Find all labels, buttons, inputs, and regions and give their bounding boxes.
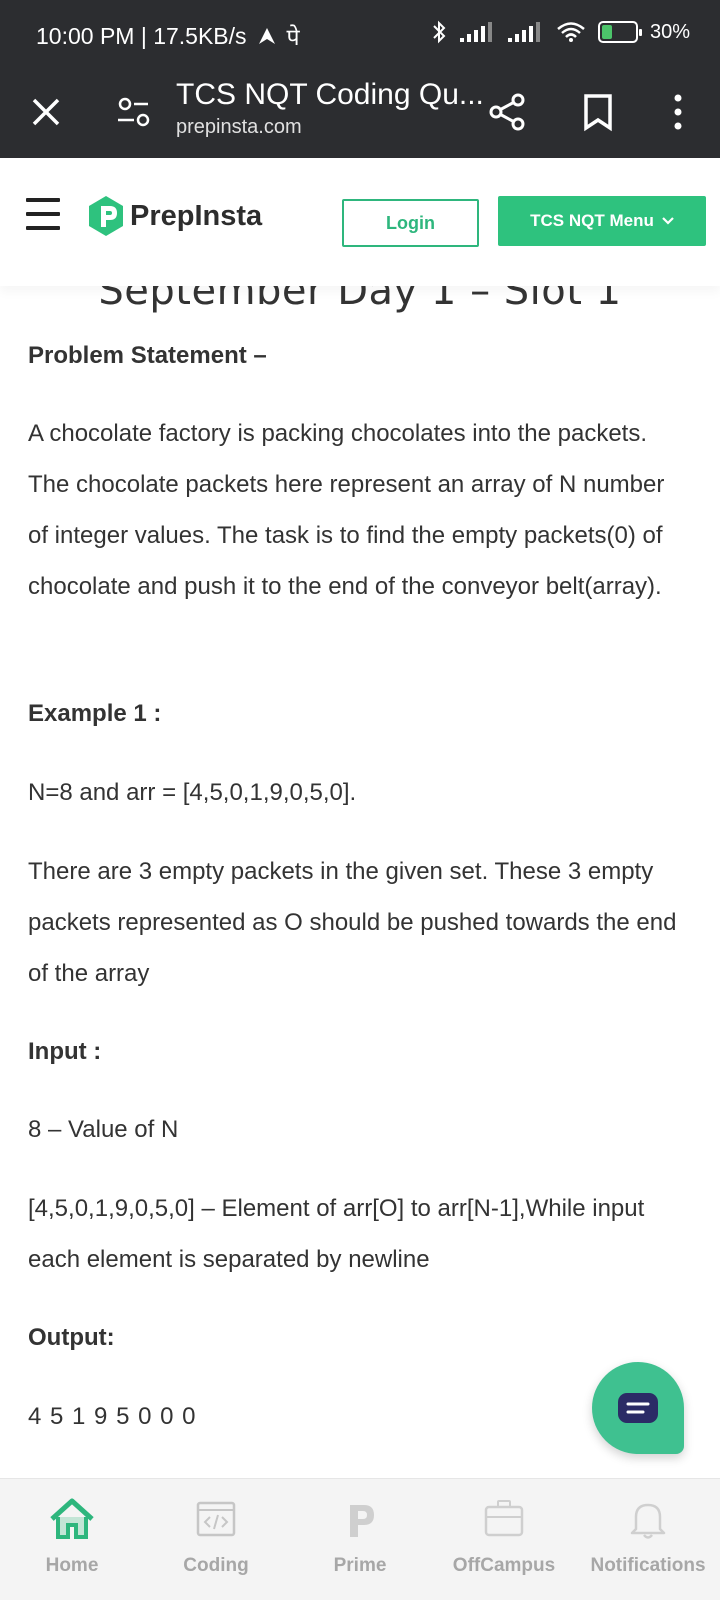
page-url-text: prepinsta.com [176, 116, 302, 138]
tcs-nqt-menu-label: TCS NQT Menu [530, 211, 654, 230]
signal-1-icon [459, 22, 492, 42]
site-header: PrepInsta Login TCS NQT Menu [0, 158, 720, 286]
site-settings-icon[interactable] [114, 92, 154, 132]
output-heading: Output: [28, 1324, 115, 1351]
input-line-n: 8 – Value of N [28, 1116, 179, 1143]
status-time-speed: 10:00 PM | 17.5KB/s [36, 22, 247, 49]
prepinsta-logo[interactable]: PrepInsta [86, 194, 262, 238]
article-content: September Day 1 – Slot 1 Problem Stateme… [0, 286, 720, 1478]
battery-percent: 30% [649, 20, 690, 43]
problem-statement-heading: Problem Statement – [28, 342, 267, 369]
bookmark-icon[interactable] [576, 90, 620, 134]
nav-label-coding: Coding [183, 1555, 249, 1576]
bell-icon [630, 1503, 666, 1539]
nav-label-prime: Prime [333, 1555, 387, 1576]
nav-item-offcampus[interactable]: OffCampus [432, 1479, 576, 1600]
tcs-nqt-menu-button[interactable]: TCS NQT Menu [498, 196, 706, 246]
example-heading: Example 1 : [28, 700, 162, 727]
wifi-icon [557, 22, 585, 42]
navigation-arrow-icon [258, 28, 275, 44]
more-options-icon[interactable] [656, 90, 700, 134]
nav-label-offcampus: OffCampus [452, 1555, 556, 1576]
close-icon[interactable] [24, 90, 68, 134]
example-explanation: There are 3 empty packets in the given s… [28, 858, 677, 987]
code-icon [196, 1501, 236, 1537]
share-icon[interactable] [486, 90, 530, 134]
job-icon [484, 1500, 524, 1537]
article-title: September Day 1 – Slot 1 [98, 286, 622, 314]
chat-button[interactable] [592, 1362, 684, 1454]
nav-item-coding[interactable]: Coding [144, 1479, 288, 1600]
chat-icon [618, 1393, 658, 1423]
input-line-array: [4,5,0,1,9,0,5,0] – Element of arr[O] to… [28, 1195, 645, 1273]
prime-icon [350, 1505, 374, 1537]
login-button[interactable]: Login [342, 199, 479, 247]
input-heading: Input : [28, 1038, 102, 1065]
battery-level-fill [601, 25, 612, 39]
chevron-down-icon [662, 217, 674, 225]
browser-tab-bar: TCS NQT Coding Qu... prepinsta.com [0, 70, 720, 158]
battery-icon [597, 21, 642, 43]
nav-item-notifications[interactable]: Notifications [576, 1479, 720, 1600]
example-line: N=8 and arr = [4,5,0,1,9,0,5,0]. [28, 779, 357, 806]
page-title-text: TCS NQT Coding Qu... [176, 78, 484, 111]
nav-label-home: Home [45, 1555, 99, 1576]
logo-text: PrepInsta [130, 199, 263, 232]
bluetooth-icon [433, 20, 446, 44]
problem-statement-text: A chocolate factory is packing chocolate… [28, 420, 665, 600]
hamburger-menu-icon[interactable] [26, 198, 60, 232]
nav-label-notifications: Notifications [590, 1555, 706, 1576]
nav-item-home[interactable]: Home [0, 1479, 144, 1600]
status-right: 30% [430, 20, 690, 44]
output-line: 4 5 1 9 5 0 0 0 [28, 1403, 197, 1430]
status-extra-glyph: पे [286, 24, 300, 50]
bottom-navigation: Home Coding Prime OffCampus Notification… [0, 1478, 720, 1600]
status-bar: 10:00 PM | 17.5KB/s पे 30% [0, 0, 720, 70]
prepinsta-logo-icon [89, 196, 123, 236]
status-left: 10:00 PM | 17.5KB/s पे [36, 20, 300, 52]
nav-item-prime[interactable]: Prime [288, 1479, 432, 1600]
home-icon [50, 1498, 94, 1539]
signal-2-icon [507, 22, 540, 42]
